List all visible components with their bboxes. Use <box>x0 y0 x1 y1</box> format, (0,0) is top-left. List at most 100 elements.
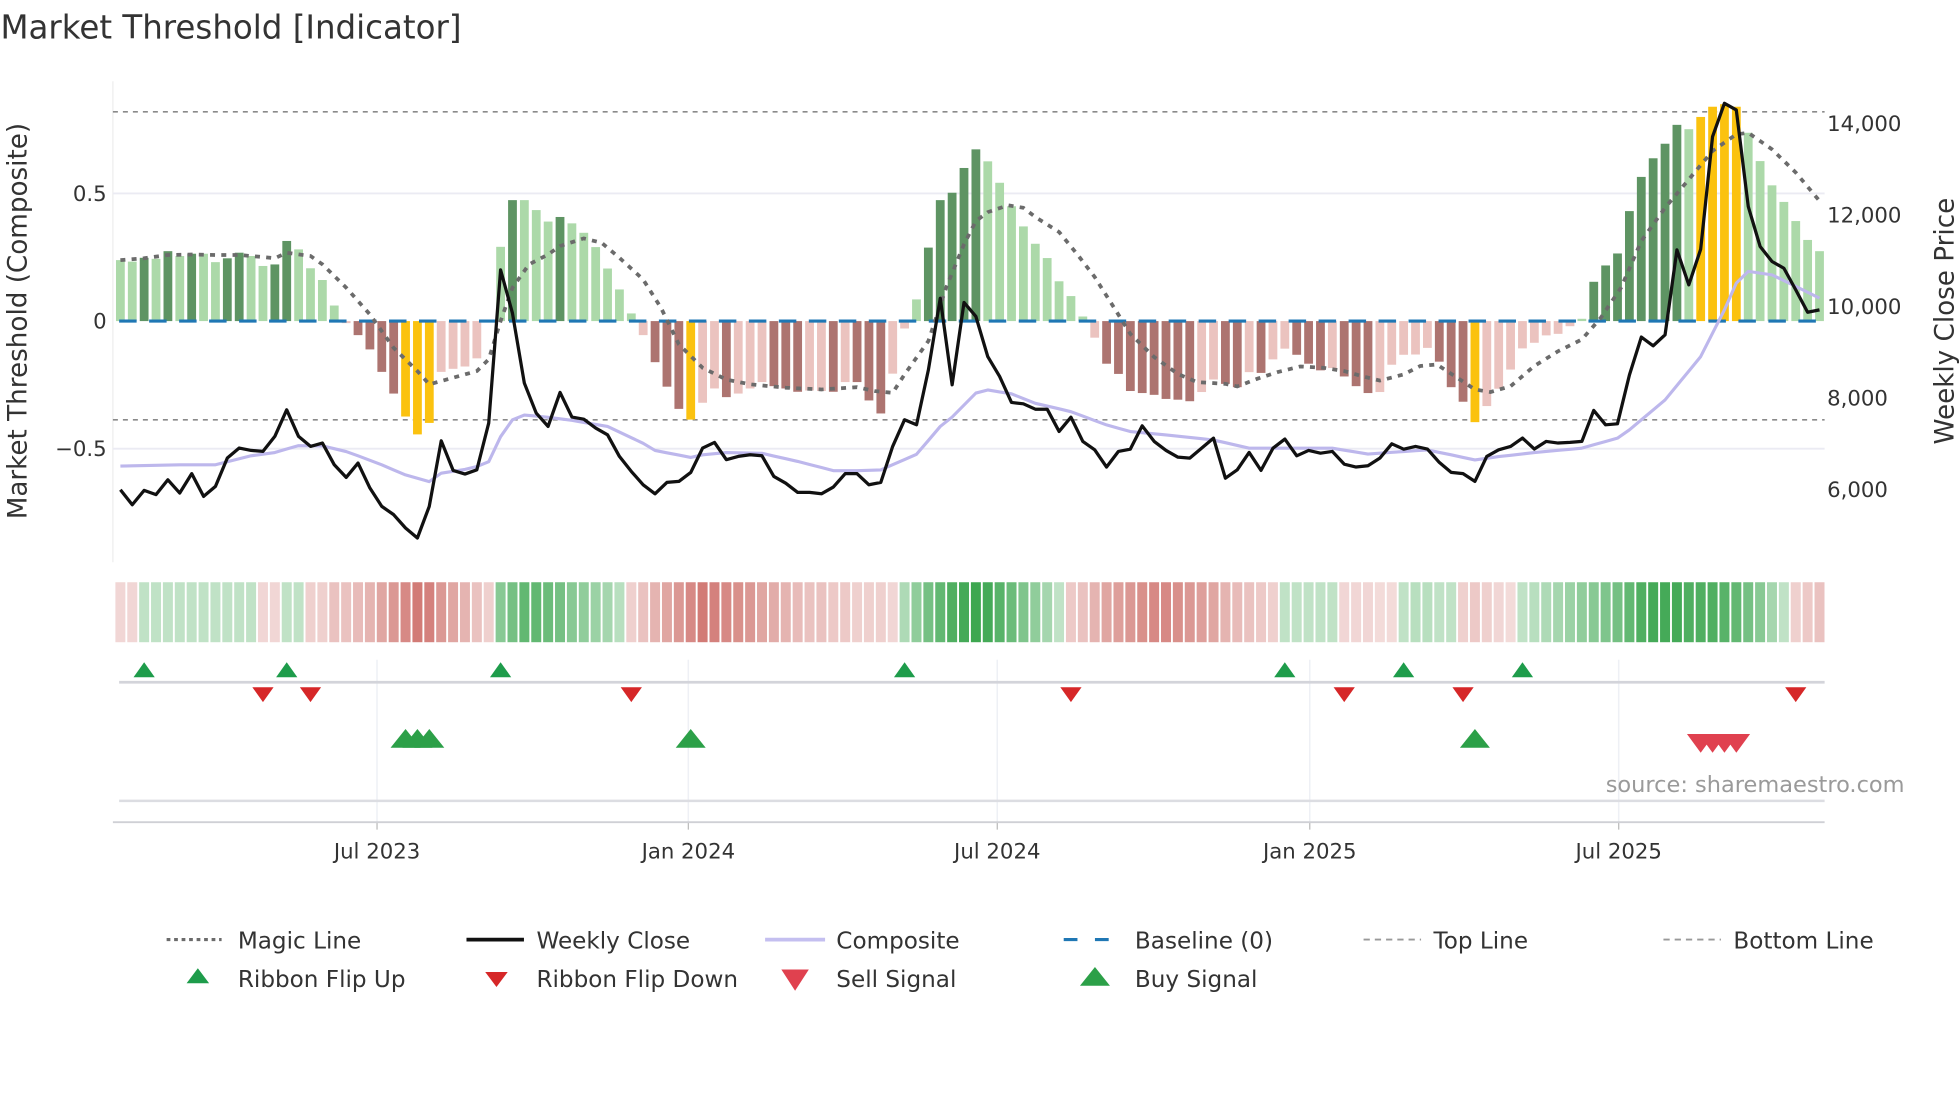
threshold-bar <box>1102 321 1111 364</box>
triangle-down-icon <box>781 969 809 991</box>
threshold-bar <box>983 161 993 322</box>
threshold-bar <box>1387 321 1397 365</box>
ribbon-cell <box>780 582 791 643</box>
magic-line <box>120 130 1821 395</box>
threshold-bar <box>1743 132 1753 322</box>
ribbon-flip-up-marker <box>276 662 298 678</box>
ribbon-cell <box>1755 582 1766 643</box>
threshold-bar <box>888 321 898 374</box>
ribbon-cell <box>1446 582 1457 643</box>
ribbon-cell <box>436 582 447 643</box>
threshold-bar <box>472 321 482 359</box>
threshold-bar <box>436 321 446 372</box>
market-threshold-chart: Market Threshold [Indicator] 0.5 0 −0.5 14,… <box>0 9 1960 993</box>
ribbon-cell <box>471 582 482 643</box>
legend-item-bottom-line: Bottom Line <box>1663 928 1874 954</box>
threshold-bar <box>923 247 933 322</box>
ribbon-cell <box>768 582 779 643</box>
legend-label: Top Line <box>1433 928 1529 954</box>
ribbon-cell <box>899 582 910 643</box>
threshold-bar <box>912 299 921 322</box>
x-tick-label: Jul 2024 <box>952 839 1040 864</box>
triangle-down-icon <box>485 972 508 988</box>
legend-label: Magic Line <box>238 928 361 954</box>
y-left-tick-label: −0.5 <box>55 437 107 462</box>
threshold-bar <box>1589 281 1599 322</box>
ribbon-cell <box>673 582 684 643</box>
threshold-bar <box>674 321 684 409</box>
ribbon-cell <box>911 582 922 643</box>
ribbon-cell <box>1374 582 1385 643</box>
y-axis-left-title: Market Threshold (Composite) <box>4 123 34 519</box>
threshold-bar <box>151 258 161 322</box>
ribbon-cell <box>1529 582 1540 643</box>
ribbon-cell <box>1683 582 1694 643</box>
ribbon-cell <box>947 582 958 643</box>
ribbon-cell <box>1291 582 1302 643</box>
ribbon-cell <box>1778 582 1789 643</box>
ribbon-cell <box>364 582 375 643</box>
threshold-bar <box>1648 158 1658 322</box>
ribbon-cell <box>1006 582 1017 643</box>
threshold-bar <box>317 280 327 322</box>
ribbon-cell <box>412 582 423 643</box>
threshold-bar <box>1232 321 1242 388</box>
threshold-bar <box>1470 321 1480 423</box>
threshold-bar <box>531 210 541 322</box>
threshold-bar <box>817 321 826 392</box>
ribbon-cell <box>1184 582 1195 643</box>
ribbon-cell <box>543 582 554 643</box>
threshold-bar <box>1423 321 1432 348</box>
threshold-bar <box>258 265 268 322</box>
ribbon-cell <box>1113 582 1124 643</box>
legend-label: Weekly Close <box>536 928 690 954</box>
ribbon-cell <box>1410 582 1421 643</box>
y-left-tick-label: 0 <box>93 310 107 335</box>
ribbon-cell <box>1077 582 1088 643</box>
ribbon-cell <box>281 582 292 643</box>
x-tick-label: Jul 2025 <box>1573 839 1661 864</box>
legend: Magic Line Weekly Close Composite Baseli… <box>166 928 1874 993</box>
legend-item-sell-signal: Sell Signal <box>781 967 956 993</box>
legend-label: Buy Signal <box>1135 967 1258 993</box>
ribbon-cell <box>792 582 803 643</box>
buy-signal-marker <box>675 729 706 748</box>
ribbon-cell <box>875 582 886 643</box>
ribbon-cell <box>638 582 649 643</box>
ribbon-cell <box>1588 582 1599 643</box>
ribbon-cell <box>400 582 411 643</box>
ribbon-cell <box>1172 582 1183 643</box>
ribbon-cell <box>745 582 756 643</box>
legend-label: Sell Signal <box>836 967 956 993</box>
ribbon-cell <box>1256 582 1267 643</box>
threshold-bar <box>1054 281 1064 322</box>
ribbon-cell <box>1731 582 1742 643</box>
threshold-bar <box>947 192 957 322</box>
threshold-bar <box>1720 104 1729 322</box>
ribbon-cell <box>246 582 257 643</box>
threshold-bar <box>389 321 399 394</box>
ribbon-flip-down-marker <box>1333 687 1355 703</box>
ribbon-cell <box>424 582 435 643</box>
legend-item-ribbon-flip-up: Ribbon Flip Up <box>186 967 406 993</box>
ribbon-flip-down-marker <box>1785 687 1807 703</box>
signal-markers <box>133 662 1807 753</box>
ribbon-cell <box>757 582 767 643</box>
ribbon-cell <box>733 582 744 643</box>
ribbon-cell <box>448 582 459 643</box>
threshold-bar <box>781 321 791 389</box>
ribbon-flip-down-marker <box>1452 687 1474 703</box>
threshold-bar <box>1316 321 1325 371</box>
threshold-bar <box>1161 321 1171 399</box>
ribbon-cell <box>151 582 162 643</box>
ribbon-cell <box>1018 582 1029 643</box>
ribbon-cell <box>234 582 245 643</box>
ribbon-cell <box>1493 582 1504 643</box>
ribbon-cell <box>1505 582 1516 643</box>
ribbon-cell <box>923 582 934 643</box>
ribbon-cell <box>1220 582 1231 643</box>
ribbon-flip-up-marker <box>133 662 155 678</box>
legend-label: Ribbon Flip Up <box>238 967 406 993</box>
threshold-bar <box>1351 321 1361 387</box>
ribbon-cell <box>1101 582 1112 643</box>
